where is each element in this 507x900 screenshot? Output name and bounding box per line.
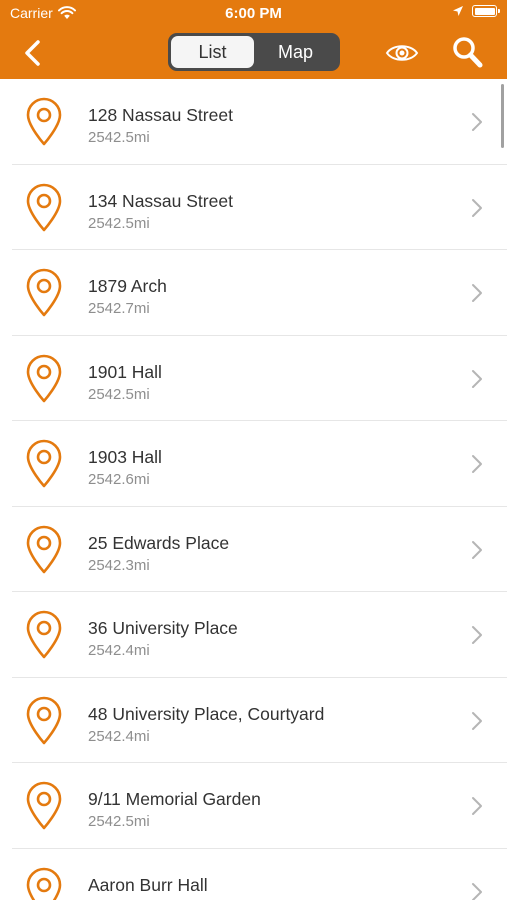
location-distance: 2542.5mi bbox=[88, 214, 150, 232]
location-name: 9/11 Memorial Garden bbox=[88, 789, 261, 809]
list-item[interactable]: 9/11 Memorial Garden 2542.5mi bbox=[0, 763, 507, 849]
chevron-right-icon bbox=[472, 626, 482, 644]
location-distance: 2542.4mi bbox=[88, 727, 150, 745]
location-name: 128 Nassau Street bbox=[88, 105, 233, 125]
location-distance: 2542.5mi bbox=[88, 385, 150, 403]
chevron-right-icon bbox=[472, 540, 482, 559]
segment-map[interactable]: Map bbox=[254, 36, 337, 68]
chevron-right-icon bbox=[472, 882, 482, 900]
status-right bbox=[452, 5, 500, 17]
chevron-right-icon bbox=[472, 113, 482, 131]
list-item[interactable]: 48 University Place, Courtyard 2542.4mi bbox=[0, 678, 507, 763]
chevron-right-icon bbox=[472, 797, 482, 815]
map-pin-icon bbox=[26, 696, 62, 744]
map-pin-icon bbox=[26, 867, 62, 900]
location-list: 128 Nassau Street 2542.5mi 134 Nassau Stre… bbox=[0, 79, 507, 900]
chevron-right-icon bbox=[472, 711, 482, 730]
chevron-right-icon bbox=[472, 455, 482, 473]
location-name: 1901 Hall bbox=[88, 361, 162, 382]
chevron-right-icon bbox=[472, 369, 482, 388]
chevron-right-icon bbox=[472, 284, 482, 302]
location-name: 1903 Hall bbox=[88, 447, 162, 467]
list-item[interactable]: 134 Nassau Street 2542.5mi bbox=[0, 165, 507, 250]
map-pin-icon bbox=[26, 525, 62, 573]
location-distance: 2542.5mi bbox=[88, 813, 150, 830]
location-name: Aaron Burr Hall bbox=[88, 874, 208, 895]
battery-icon bbox=[472, 5, 500, 17]
location-distance: 2542.5mi bbox=[88, 129, 150, 146]
scroll-indicator[interactable] bbox=[501, 84, 504, 148]
list-map-segmented-control: List Map bbox=[168, 33, 340, 71]
location-arrow-icon bbox=[453, 6, 463, 16]
list-item[interactable]: 25 Edwards Place 2542.3mi bbox=[0, 507, 507, 592]
map-pin-icon bbox=[26, 97, 62, 146]
status-time: 6:00 PM bbox=[225, 5, 282, 22]
segment-list[interactable]: List bbox=[171, 36, 254, 68]
nav-bar: List Map bbox=[0, 28, 507, 79]
search-icon[interactable] bbox=[452, 36, 484, 70]
map-pin-icon bbox=[26, 439, 62, 488]
location-distance: 2542.6mi bbox=[88, 471, 150, 488]
map-pin-icon bbox=[26, 354, 62, 402]
location-name: 1879 Arch bbox=[88, 276, 167, 296]
list-item[interactable]: 128 Nassau Street 2542.5mi bbox=[0, 79, 507, 165]
list-item[interactable]: 36 University Place 2542.4mi bbox=[0, 592, 507, 678]
location-distance: 2542.7mi bbox=[88, 300, 150, 317]
screen: Carrier 6:00 PM List Map 128 Nassau Stre… bbox=[0, 0, 507, 900]
location-distance: 2542.4mi bbox=[88, 642, 150, 659]
status-bar: Carrier 6:00 PM bbox=[0, 0, 507, 28]
list-item[interactable]: Aaron Burr Hall bbox=[0, 849, 507, 900]
top-bar: Carrier 6:00 PM List Map bbox=[0, 0, 507, 79]
map-pin-icon bbox=[26, 183, 62, 231]
location-name: 36 University Place bbox=[88, 618, 238, 638]
location-name: 25 Edwards Place bbox=[88, 532, 230, 553]
back-chevron-icon[interactable] bbox=[20, 38, 48, 68]
list-item[interactable]: 1879 Arch 2542.7mi bbox=[0, 250, 507, 336]
chevron-right-icon bbox=[472, 198, 482, 217]
eye-icon[interactable] bbox=[385, 40, 419, 66]
map-pin-icon bbox=[26, 610, 62, 659]
location-distance: 2542.3mi bbox=[88, 556, 150, 574]
location-name: 134 Nassau Street bbox=[88, 190, 233, 211]
location-name: 48 University Place, Courtyard bbox=[88, 703, 325, 724]
map-pin-icon bbox=[26, 268, 62, 317]
list-item[interactable]: 1903 Hall 2542.6mi bbox=[0, 421, 507, 507]
list-item[interactable]: 1901 Hall 2542.5mi bbox=[0, 336, 507, 421]
map-pin-icon bbox=[26, 781, 62, 830]
